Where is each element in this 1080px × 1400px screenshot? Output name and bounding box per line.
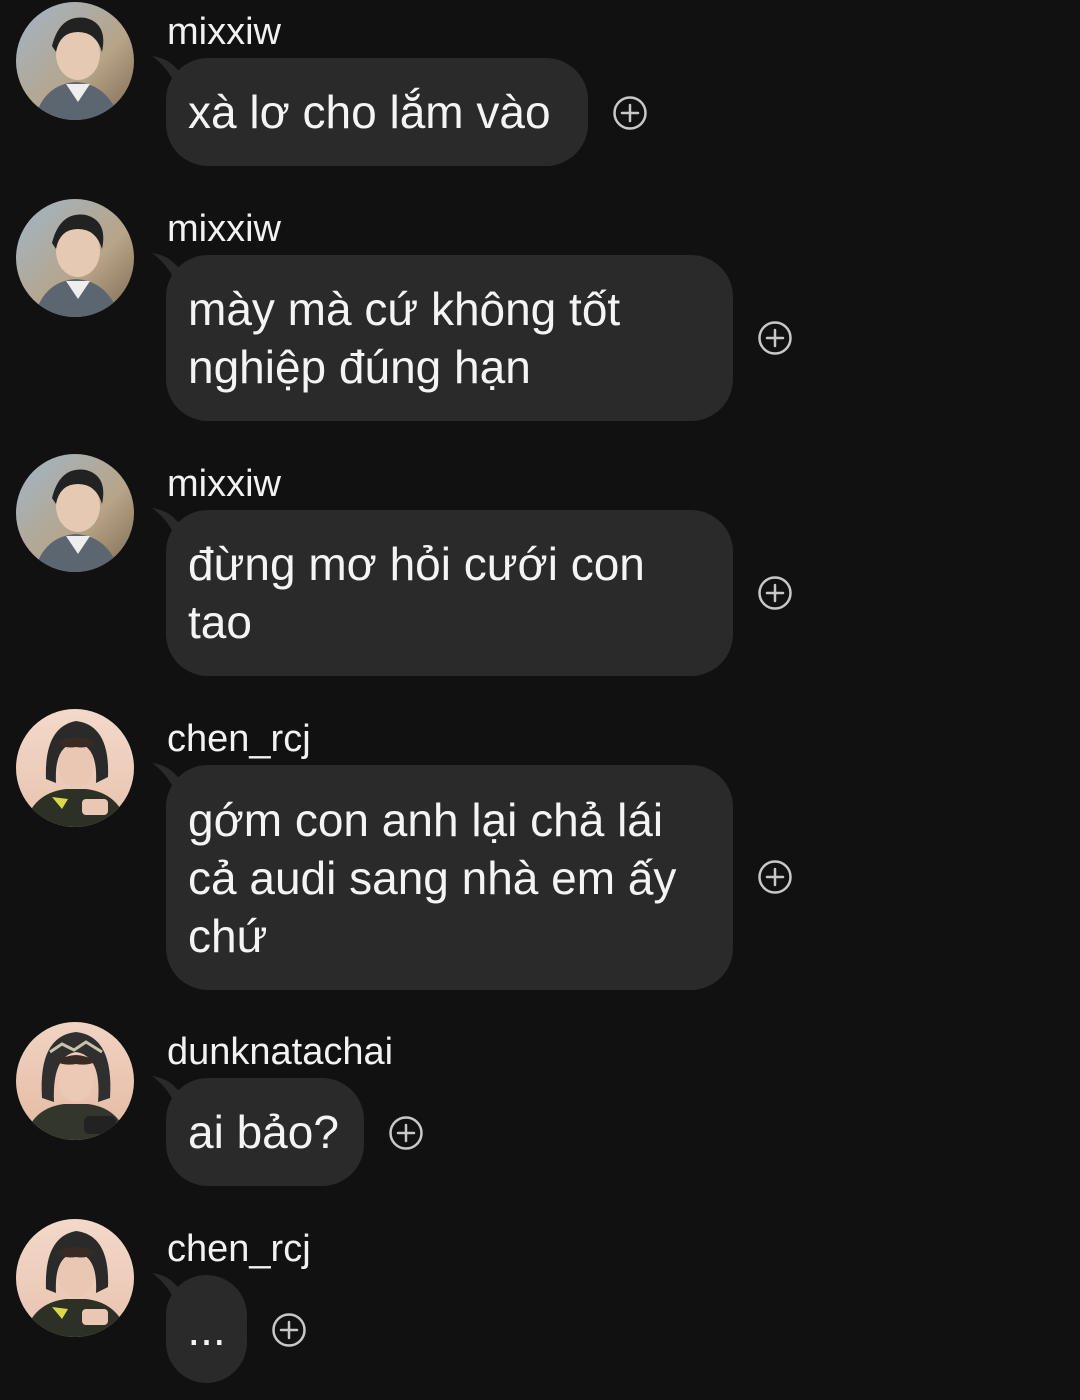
message-row: chen_rcj ... <box>0 1217 1080 1400</box>
add-reaction-icon[interactable] <box>388 1115 424 1151</box>
add-reaction-icon[interactable] <box>271 1312 307 1348</box>
add-reaction-icon[interactable] <box>757 320 793 356</box>
avatar[interactable] <box>16 2 134 120</box>
avatar-image <box>16 1219 134 1337</box>
message-bubble[interactable]: ai bảo? <box>166 1078 364 1186</box>
message-text: gớm con anh lại chả lái cả audi sang nhà… <box>188 793 677 962</box>
username: mixxiw <box>167 208 281 250</box>
chat-thread: mixxiw xà lơ cho lắm vào mixxiw mày mà c… <box>0 0 1080 1400</box>
avatar[interactable] <box>16 454 134 572</box>
username: dunknatachai <box>167 1031 394 1073</box>
message-text: xà lơ cho lắm vào <box>188 86 551 138</box>
add-reaction-icon[interactable] <box>757 575 793 611</box>
message-bubble[interactable]: mày mà cứ không tốt nghiệp đúng hạn <box>166 255 733 421</box>
message-text: đừng mơ hỏi cưới con tao <box>188 538 645 648</box>
message-row: mixxiw mày mà cứ không tốt nghiệp đúng h… <box>0 197 1080 437</box>
avatar[interactable] <box>16 199 134 317</box>
avatar[interactable] <box>16 1022 134 1140</box>
message-row: mixxiw xà lơ cho lắm vào <box>0 0 1080 180</box>
username: mixxiw <box>167 463 281 505</box>
avatar-image <box>16 1022 134 1140</box>
avatar-image <box>16 454 134 572</box>
avatar-image <box>16 709 134 827</box>
avatar-image <box>16 2 134 120</box>
message-bubble[interactable]: xà lơ cho lắm vào <box>166 58 588 166</box>
username: chen_rcj <box>167 1228 311 1270</box>
message-text: ai bảo? <box>188 1106 339 1158</box>
avatar-image <box>16 199 134 317</box>
username: chen_rcj <box>167 718 311 760</box>
message-row: mixxiw đừng mơ hỏi cưới con tao <box>0 452 1080 692</box>
username: mixxiw <box>167 11 281 53</box>
avatar[interactable] <box>16 709 134 827</box>
message-text: mày mà cứ không tốt nghiệp đúng hạn <box>188 283 621 393</box>
add-reaction-icon[interactable] <box>757 859 793 895</box>
message-bubble[interactable]: gớm con anh lại chả lái cả audi sang nhà… <box>166 765 733 990</box>
add-reaction-icon[interactable] <box>612 95 648 131</box>
message-bubble[interactable]: đừng mơ hỏi cưới con tao <box>166 510 733 676</box>
message-text: ... <box>187 1303 226 1355</box>
message-bubble[interactable]: ... <box>166 1275 247 1383</box>
message-row: dunknatachai ai bảo? <box>0 1020 1080 1200</box>
avatar[interactable] <box>16 1219 134 1337</box>
message-row: chen_rcj gớm con anh lại chả lái cả audi… <box>0 707 1080 1007</box>
